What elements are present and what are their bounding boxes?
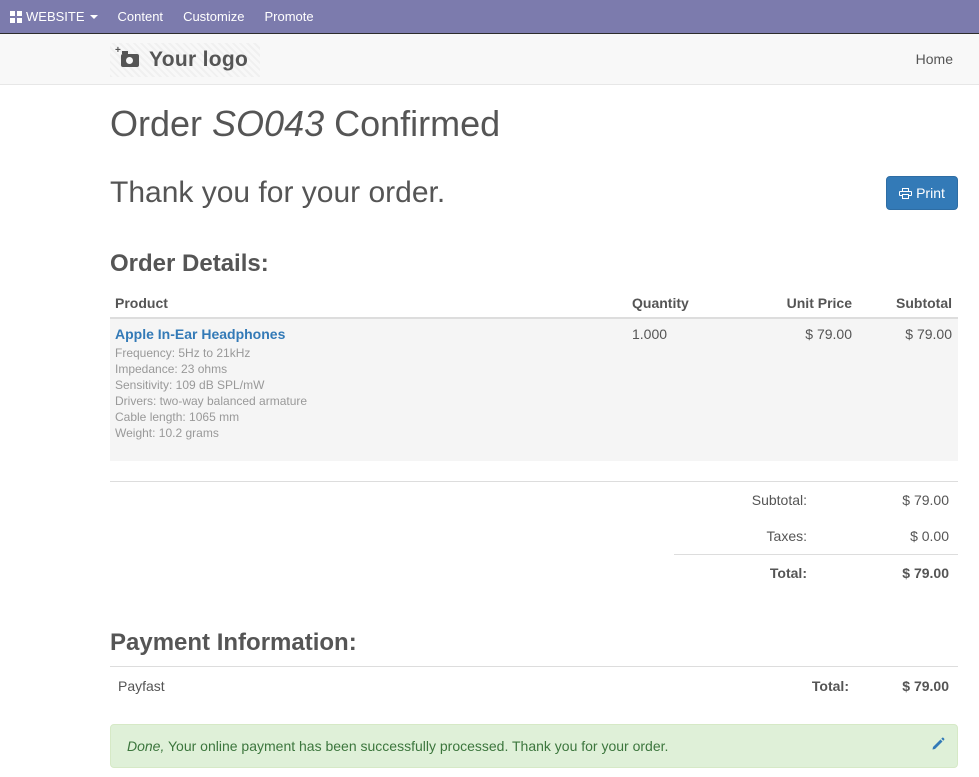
- payment-total-value: $ 79.00: [902, 678, 949, 694]
- payment-total-label: Total:: [811, 678, 849, 694]
- website-menu[interactable]: WEBSITE: [0, 0, 108, 33]
- divider: [110, 481, 958, 482]
- status-em: Done,: [127, 738, 165, 754]
- menu-customize[interactable]: Customize: [173, 0, 254, 33]
- nav-home-link[interactable]: Home: [916, 51, 953, 67]
- title-prefix: Order: [110, 103, 203, 144]
- desc-line: Frequency: 5Hz to 21kHz: [115, 346, 251, 360]
- order-details-heading: Order Details:: [110, 250, 269, 277]
- product-link[interactable]: Apple In-Ear Headphones: [115, 326, 285, 342]
- site-navbar: + Your logo Home: [0, 34, 979, 85]
- desc-line: Sensitivity: 109 dB SPL/mW: [115, 378, 265, 392]
- subtotal-value: $ 79.00: [902, 492, 949, 508]
- print-button[interactable]: Print: [886, 176, 958, 210]
- taxes-value: $ 0.00: [910, 528, 949, 544]
- site-logo[interactable]: + Your logo: [110, 43, 260, 77]
- col-quantity: Quantity: [632, 295, 689, 311]
- title-suffix: Confirmed: [334, 103, 501, 144]
- desc-line: Drivers: two-way balanced armature: [115, 394, 308, 408]
- apps-grid-icon: [10, 10, 22, 23]
- menu-promote[interactable]: Promote: [254, 0, 323, 33]
- thank-you-message: Thank you for your order.: [110, 176, 446, 209]
- website-menu-label: WEBSITE: [26, 9, 85, 24]
- desc-line: Impedance: 23 ohms: [115, 362, 228, 376]
- caret-down-icon: [89, 14, 98, 19]
- camera-icon: +: [115, 45, 139, 67]
- product-description: Frequency: 5Hz to 21kHz Impedance: 23 oh…: [115, 345, 307, 441]
- cell-subtotal: $ 79.00: [905, 326, 952, 342]
- total-label: Total:: [769, 565, 807, 581]
- order-number: SO043: [212, 103, 325, 144]
- logo-text: Your logo: [149, 48, 249, 71]
- divider: [674, 554, 958, 555]
- print-label: Print: [916, 185, 945, 201]
- cell-quantity: 1.000: [632, 326, 668, 342]
- payment-heading: Payment Information:: [110, 629, 357, 656]
- menu-content[interactable]: Content: [108, 0, 174, 33]
- print-icon: [899, 187, 913, 199]
- alert-text: Done, Your online payment has been succe…: [127, 738, 668, 754]
- desc-line: Weight: 10.2 grams: [115, 426, 219, 440]
- payment-method: Payfast: [118, 678, 165, 694]
- page-title: Order SO043 Confirmed: [110, 103, 500, 145]
- col-unit-price: Unit Price: [786, 295, 852, 311]
- cell-unit-price: $ 79.00: [805, 326, 852, 342]
- col-product: Product: [115, 295, 168, 311]
- col-subtotal: Subtotal: [896, 295, 952, 311]
- subtotal-label: Subtotal:: [751, 492, 807, 508]
- total-value: $ 79.00: [902, 565, 949, 581]
- desc-line: Cable length: 1065 mm: [115, 410, 240, 424]
- table-header: Product Quantity Unit Price Subtotal: [110, 287, 958, 319]
- table-row: Apple In-Ear Headphones Frequency: 5Hz t…: [110, 319, 958, 461]
- pencil-icon[interactable]: [931, 737, 945, 751]
- status-text: Your online payment has been successfull…: [164, 738, 669, 754]
- divider: [110, 666, 958, 667]
- payment-success-alert: Done, Your online payment has been succe…: [110, 724, 958, 768]
- taxes-label: Taxes:: [766, 528, 807, 544]
- admin-bar: WEBSITE Content Customize Promote: [0, 0, 979, 34]
